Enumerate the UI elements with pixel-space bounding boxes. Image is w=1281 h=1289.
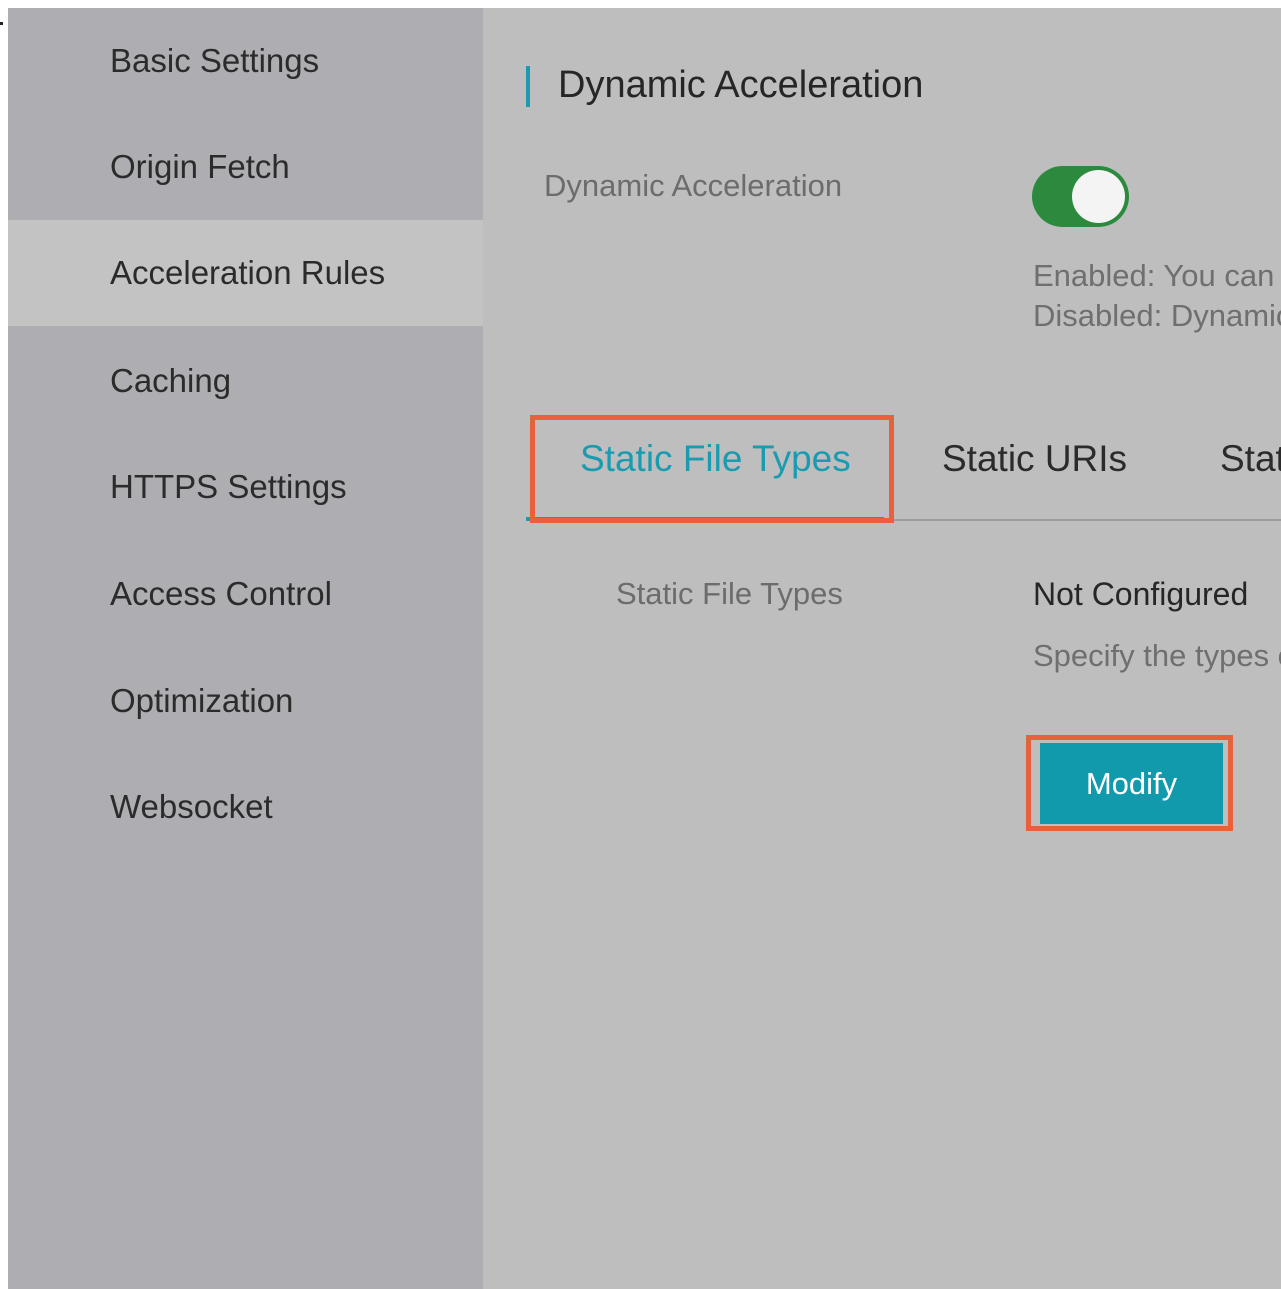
sidebar-item-caching[interactable]: Caching [8, 328, 483, 434]
hint-disabled: Disabled: Dynamic [1033, 298, 1281, 333]
sidebar-item-label: Access Control [110, 575, 332, 612]
sidebar-item-https-settings[interactable]: HTTPS Settings [8, 434, 483, 540]
settings-window: Basic Settings Origin Fetch Acceleration… [8, 8, 1281, 1289]
sidebar-item-access-control[interactable]: Access Control [8, 541, 483, 647]
dynamic-acceleration-label: Dynamic Acceleration [544, 168, 843, 203]
section-title: Dynamic Acceleration [558, 64, 924, 106]
hint-enabled: Enabled: You can s [1033, 258, 1281, 293]
sidebar-item-label: Caching [110, 362, 232, 399]
sidebar-item-websocket[interactable]: Websocket [8, 754, 483, 860]
sidebar-item-label: HTTPS Settings [110, 468, 347, 505]
sidebar-item-label: Optimization [110, 682, 294, 719]
static-file-types-value: Not Configured [1033, 576, 1249, 612]
sidebar-item-acceleration-rules[interactable]: Acceleration Rules [8, 220, 483, 326]
dynamic-acceleration-toggle[interactable] [1032, 166, 1129, 227]
sidebar-item-label: Websocket [110, 788, 273, 825]
section-accent-bar [526, 66, 530, 107]
tab-static-uris[interactable]: Static URIs [942, 438, 1127, 480]
sidebar-item-origin-fetch[interactable]: Origin Fetch [8, 114, 483, 220]
corner-dot [0, 22, 3, 25]
sidebar-item-optimization[interactable]: Optimization [8, 648, 483, 754]
static-file-types-label: Static File Types [616, 576, 843, 611]
static-file-types-description: Specify the types o [1033, 638, 1281, 673]
sidebar-item-label: Basic Settings [110, 42, 320, 79]
main-content: Dynamic Acceleration Dynamic Acceleratio… [483, 8, 1281, 1289]
toggle-knob [1072, 170, 1125, 223]
sidebar: Basic Settings Origin Fetch Acceleration… [8, 8, 483, 1289]
sidebar-item-basic-settings[interactable]: Basic Settings [8, 8, 483, 114]
tab-highlight-box [530, 415, 894, 523]
sidebar-item-label: Acceleration Rules [110, 254, 386, 291]
tab-static-more[interactable]: Stat [1220, 438, 1281, 480]
button-highlight-box [1026, 735, 1233, 831]
sidebar-item-label: Origin Fetch [110, 148, 290, 185]
